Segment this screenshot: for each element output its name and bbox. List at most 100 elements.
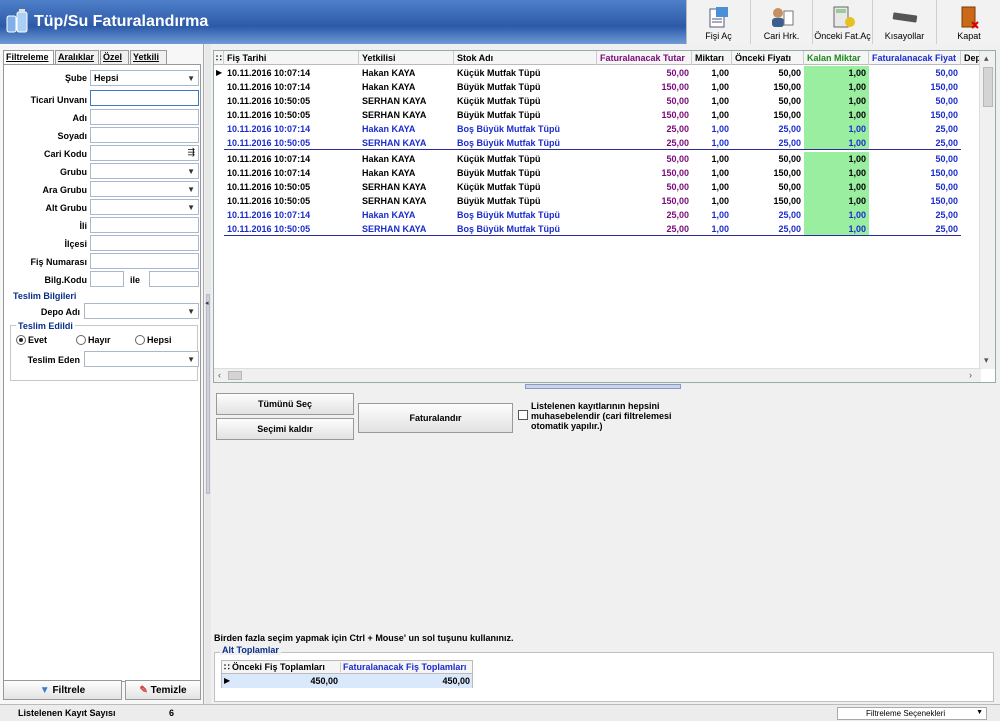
scroll-thumb[interactable] <box>983 67 993 107</box>
table-row[interactable]: 10.11.2016 10:07:14 Hakan KAYA Büyük Mutfa… <box>214 80 995 94</box>
stok-adi-cell: Büyük Mutfak Tüpü <box>457 110 541 120</box>
soyadi-input[interactable] <box>90 127 199 143</box>
table-row[interactable]: 10.11.2016 10:50:05 SERHAN KAYA Boş Büyük … <box>214 222 995 236</box>
col-onceki-fis-toplamlari[interactable]: Önceki Fiş Toplamları <box>232 662 340 672</box>
scroll-thumb[interactable] <box>228 371 242 380</box>
col-faturalanacak-fis-toplamlari[interactable]: Faturalanacak Fiş Toplamları <box>340 662 466 672</box>
clear-button[interactable]: ✎ Temizle <box>125 680 201 700</box>
faturalanacak-tutar-cell: 25,00 <box>597 222 692 236</box>
scroll-down-icon[interactable]: ▾ <box>984 355 989 366</box>
onceki-fiyati-cell: 150,00 <box>773 82 801 92</box>
tab-yetkili[interactable]: Yetkili <box>130 50 167 64</box>
col-stok-adi[interactable]: Stok Adı <box>454 51 597 65</box>
table-row[interactable]: 10.11.2016 10:50:05 SERHAN KAYA Küçük Mutf… <box>214 180 995 194</box>
table-row[interactable]: 10.11.2016 10:07:14 Hakan KAYA Büyük Mutfa… <box>214 166 995 180</box>
kalan-miktar-cell: 1,00 <box>804 166 869 180</box>
fis-numarasi-input[interactable] <box>90 253 199 269</box>
scroll-right-icon[interactable]: › <box>969 370 972 380</box>
onceki-fiyati-cell: 50,00 <box>778 96 801 106</box>
subtotals-row[interactable]: ▶ 450,00 450,00 <box>222 674 472 688</box>
collapse-arrow-icon[interactable]: ◂ <box>205 299 209 307</box>
bilg-kodu-to-input[interactable] <box>149 271 199 287</box>
splitter-grip[interactable] <box>206 294 210 494</box>
ili-input[interactable] <box>90 217 199 233</box>
select-all-button[interactable]: Tümünü Seç <box>216 393 354 415</box>
chevron-down-icon: ▼ <box>976 709 983 716</box>
col-fis-tarihi[interactable]: Fiş Tarihi <box>224 51 359 65</box>
table-row[interactable]: 10.11.2016 10:07:14 Hakan KAYA Boş Büyük M… <box>214 208 995 222</box>
filter-button[interactable]: ▼ Filtrele <box>3 680 122 700</box>
table-row[interactable]: 10.11.2016 10:50:05 SERHAN KAYA Küçük Mutf… <box>214 94 995 108</box>
adi-label: Adı <box>72 113 88 123</box>
deselect-button[interactable]: Seçimi kaldır <box>216 418 354 440</box>
depo-adi-select[interactable]: ▼ <box>84 303 199 319</box>
alt-grubu-select[interactable]: ▼ <box>90 199 199 215</box>
col-faturalanacak-tutar[interactable]: Faturalanacak Tutar <box>597 51 692 65</box>
vertical-scrollbar[interactable]: ▴ ▾ <box>979 51 995 369</box>
window-title: Tüp/Su Faturalandırma <box>34 13 209 30</box>
bilg-kodu-from-input[interactable] <box>90 271 124 287</box>
ara-grubu-select[interactable]: ▼ <box>90 181 199 197</box>
radio-on-icon <box>16 335 26 345</box>
tab-araliklar[interactable]: Aralıklar <box>55 50 99 64</box>
ticari-unvan-input[interactable] <box>90 90 199 106</box>
ilcesi-label: İlçesi <box>64 239 87 249</box>
account-movements-button[interactable]: Cari Hrk. <box>751 0 813 44</box>
grid-resize-handle[interactable] <box>525 384 681 389</box>
stok-adi-cell: Büyük Mutfak Tüpü <box>457 82 541 92</box>
sube-label: Şube <box>64 73 87 83</box>
accounting-checkbox[interactable] <box>518 410 528 420</box>
kalan-miktar-cell: 1,00 <box>804 194 869 208</box>
shortcuts-button[interactable]: Kısayollar <box>873 0 937 44</box>
miktari-cell: 1,00 <box>711 96 729 106</box>
tab-ozel[interactable]: Özel <box>100 50 129 64</box>
column-chooser-icon[interactable]: ∷ <box>214 51 224 65</box>
subtotals-grid: ∷ Önceki Fiş Toplamları Faturalanacak Fi… <box>221 660 473 688</box>
open-receipt-button[interactable]: Fişi Aç <box>687 0 751 44</box>
miktari-cell: 1,00 <box>711 124 729 134</box>
invoice-button[interactable]: Faturalandır <box>358 403 513 433</box>
col-miktari[interactable]: Miktarı <box>692 51 732 65</box>
close-button[interactable]: Kapat <box>937 0 1000 44</box>
table-row[interactable]: 10.11.2016 10:50:05 SERHAN KAYA Büyük Mutf… <box>214 108 995 122</box>
kalan-miktar-cell: 1,00 <box>804 66 869 80</box>
col-yetkilisi[interactable]: Yetkilisi <box>359 51 454 65</box>
radio-evet[interactable]: Evet <box>16 335 47 345</box>
accounting-checkbox-label: Listelenen kayıtlarının hepsini muhasebe… <box>531 401 672 431</box>
lookup-icon[interactable]: ⇶ <box>187 147 195 158</box>
tab-filtreleme[interactable]: Filtreleme <box>3 50 54 65</box>
sube-select[interactable]: Hepsi ▼ <box>90 70 199 86</box>
table-row[interactable]: 10.11.2016 10:07:14 Hakan KAYA Boş Büyük M… <box>214 122 995 136</box>
col-depo[interactable]: Dep <box>961 51 981 65</box>
scroll-up-icon[interactable]: ▴ <box>984 53 989 64</box>
horizontal-scrollbar[interactable]: ‹ › <box>214 368 981 382</box>
col-kalan-miktar[interactable]: Kalan Miktar <box>804 51 869 65</box>
adi-input[interactable] <box>90 109 199 125</box>
cari-kodu-input[interactable]: ⇶ <box>90 145 199 161</box>
ticari-unvan-label: Ticari Unvanı <box>30 95 87 105</box>
faturalanacak-tutar-cell: 50,00 <box>666 68 689 78</box>
ilcesi-input[interactable] <box>90 235 199 251</box>
onceki-fiyati-cell: 25,00 <box>778 124 801 134</box>
table-row[interactable]: 10.11.2016 10:50:05 SERHAN KAYA Büyük Mutf… <box>214 194 995 208</box>
teslim-eden-select[interactable]: ▼ <box>84 351 199 367</box>
table-row[interactable]: 10.11.2016 10:07:14 Hakan KAYA Küçük Mutfa… <box>214 152 995 166</box>
radio-hepsi[interactable]: Hepsi <box>135 335 172 345</box>
scroll-left-icon[interactable]: ‹ <box>218 370 221 380</box>
radio-hayir[interactable]: Hayır <box>76 335 111 345</box>
col-faturalanacak-fiyat[interactable]: Faturalanacak Fiyat <box>869 51 961 65</box>
col-onceki-fiyati[interactable]: Önceki Fiyatı <box>732 51 804 65</box>
stok-adi-cell: Boş Büyük Mutfak Tüpü <box>454 136 597 150</box>
table-row[interactable]: 10.11.2016 10:50:05 SERHAN KAYA Boş Büyük … <box>214 136 995 150</box>
faturalanacak-fiyat-cell: 25,00 <box>935 124 958 134</box>
radio-off-icon <box>76 335 86 345</box>
alt-grubu-label: Alt Grubu <box>45 203 88 213</box>
grubu-select[interactable]: ▼ <box>90 163 199 179</box>
previous-invoice-button[interactable]: Önceki Fat.Aç <box>813 0 873 44</box>
panel-splitter[interactable]: ◂ <box>205 44 211 704</box>
miktari-cell: 1,00 <box>711 210 729 220</box>
table-row[interactable]: ▶ 10.11.2016 10:07:14 Hakan KAYA Küçük Mutf… <box>214 66 995 80</box>
filter-options-dropdown[interactable]: Filtreleme Seçenekleri ▼ <box>837 707 987 720</box>
column-chooser-icon[interactable]: ∷ <box>224 662 230 673</box>
teslim-eden-label: Teslim Eden <box>27 355 80 365</box>
